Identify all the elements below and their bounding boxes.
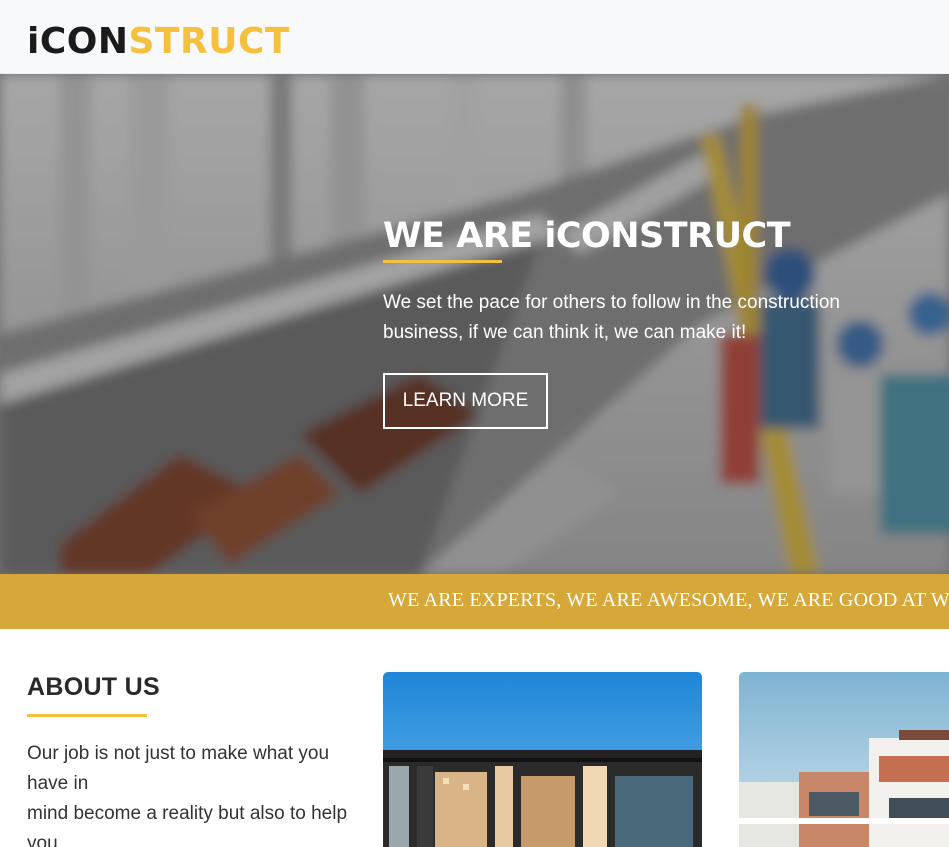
hero-title-underline [383,260,502,263]
hero-title: WE ARE iCONSTRUCT [383,216,791,256]
logo-accent-part: STRUCT [128,21,290,62]
modern-house-image [383,672,702,847]
about-title: ABOUT US [27,673,160,701]
logo-dark-part: iCON [27,21,129,62]
banner-text: WE ARE EXPERTS, WE ARE AWESOME, WE ARE G… [388,589,949,611]
slogan-banner: WE ARE EXPERTS, WE ARE AWESOME, WE ARE G… [0,574,949,629]
about-text-line1: Our job is not just to make what you hav… [27,743,330,794]
about-text-line2: mind become a reality but also to help y… [27,803,348,847]
site-header: iCONSTRUCT [0,0,949,74]
about-description: Our job is not just to make what you hav… [27,739,347,847]
about-title-underline [27,714,147,717]
learn-more-button[interactable]: LEARN MORE [383,373,548,429]
project-card-villa[interactable] [739,672,949,847]
hero-description: We set the pace for others to follow in … [383,292,840,343]
villa-image [739,672,949,847]
site-logo[interactable]: iCONSTRUCT [27,20,290,64]
project-card-modern-house[interactable] [383,672,702,847]
hero-section: WE ARE iCONSTRUCT We set the pace for ot… [0,74,949,574]
